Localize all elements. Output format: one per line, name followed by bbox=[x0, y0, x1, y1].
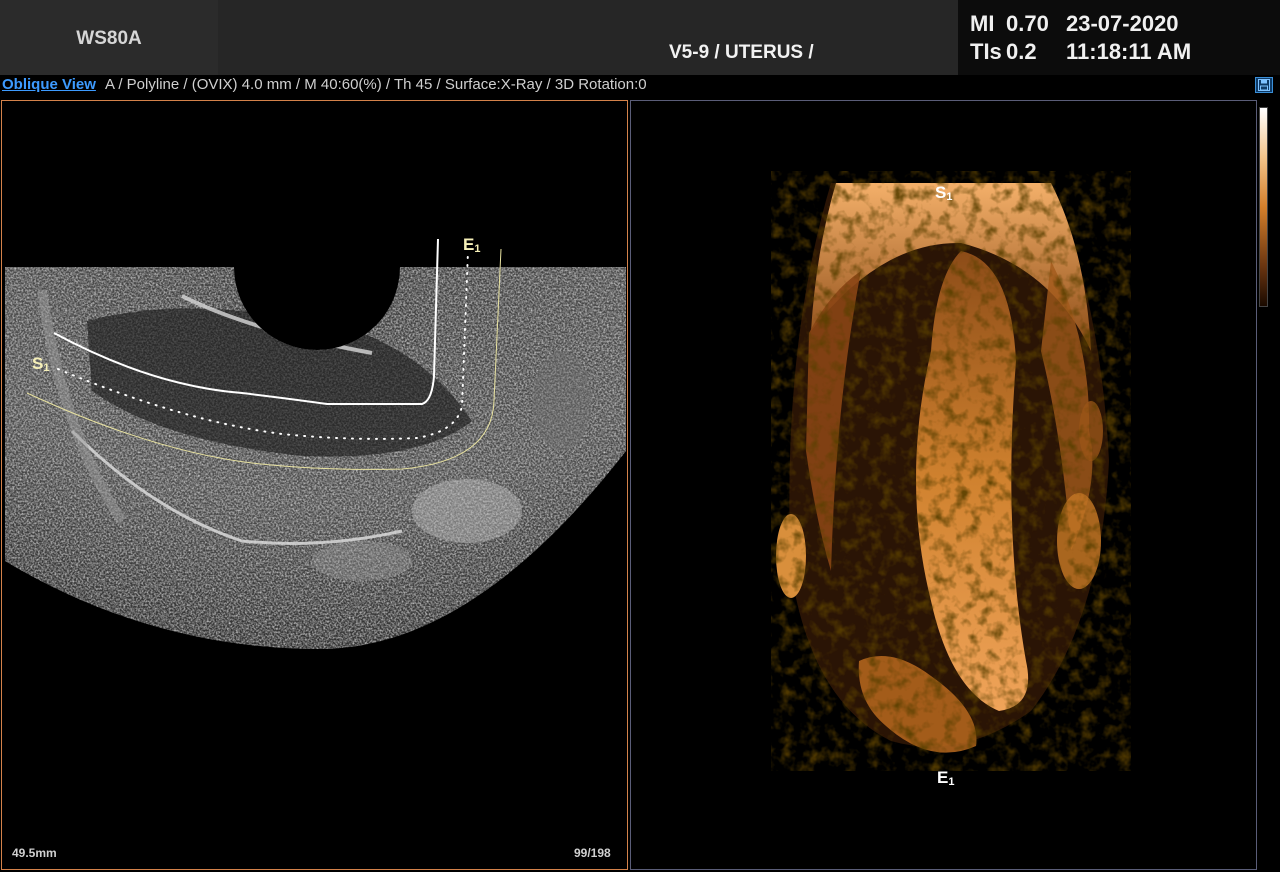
render-end-marker[interactable]: E1 bbox=[937, 768, 954, 788]
render-start-marker[interactable]: S1 bbox=[935, 183, 952, 203]
header-bar: WS80A V5-9 / UTERUS / MI 0.70 23-07-2020… bbox=[0, 0, 1280, 75]
frame-counter: 99/198 bbox=[574, 846, 611, 860]
info-panel: MI 0.70 23-07-2020 TIs 0.2 11:18:11 AM bbox=[958, 0, 1280, 75]
render-settings-text: A / Polyline / (OVIX) 4.0 mm / M 40:60(%… bbox=[105, 76, 647, 93]
polyline-end-marker[interactable]: E1 bbox=[463, 235, 480, 255]
polyline-start-marker[interactable]: S1 bbox=[32, 354, 49, 374]
probe-preset: V5-9 / UTERUS / bbox=[669, 42, 814, 63]
slice-view-pane[interactable]: S1 E1 49.5mm 99/198 bbox=[1, 100, 628, 870]
bmode-image bbox=[5, 238, 626, 649]
depth-readout: 49.5mm bbox=[12, 846, 57, 860]
tis-value: 0.2 bbox=[1006, 39, 1037, 64]
volume-render-image bbox=[771, 171, 1131, 771]
brand-model: WS80A bbox=[0, 0, 218, 75]
save-icon bbox=[1258, 79, 1270, 91]
volume-render-pane[interactable]: S1 E1 bbox=[630, 100, 1257, 870]
oblique-view-link[interactable]: Oblique View bbox=[2, 76, 96, 93]
tis-label: TIs bbox=[970, 39, 1002, 64]
probe-panel: V5-9 / UTERUS / bbox=[218, 0, 958, 75]
color-scale-bar bbox=[1259, 107, 1268, 307]
mi-label: MI bbox=[970, 11, 995, 36]
exam-time: 11:18:11 AM bbox=[1066, 39, 1192, 64]
save-button[interactable] bbox=[1255, 77, 1273, 93]
mi-value: 0.70 bbox=[1006, 11, 1049, 36]
exam-date: 23-07-2020 bbox=[1066, 11, 1179, 36]
status-line: Oblique View A / Polyline / (OVIX) 4.0 m… bbox=[0, 75, 1250, 95]
